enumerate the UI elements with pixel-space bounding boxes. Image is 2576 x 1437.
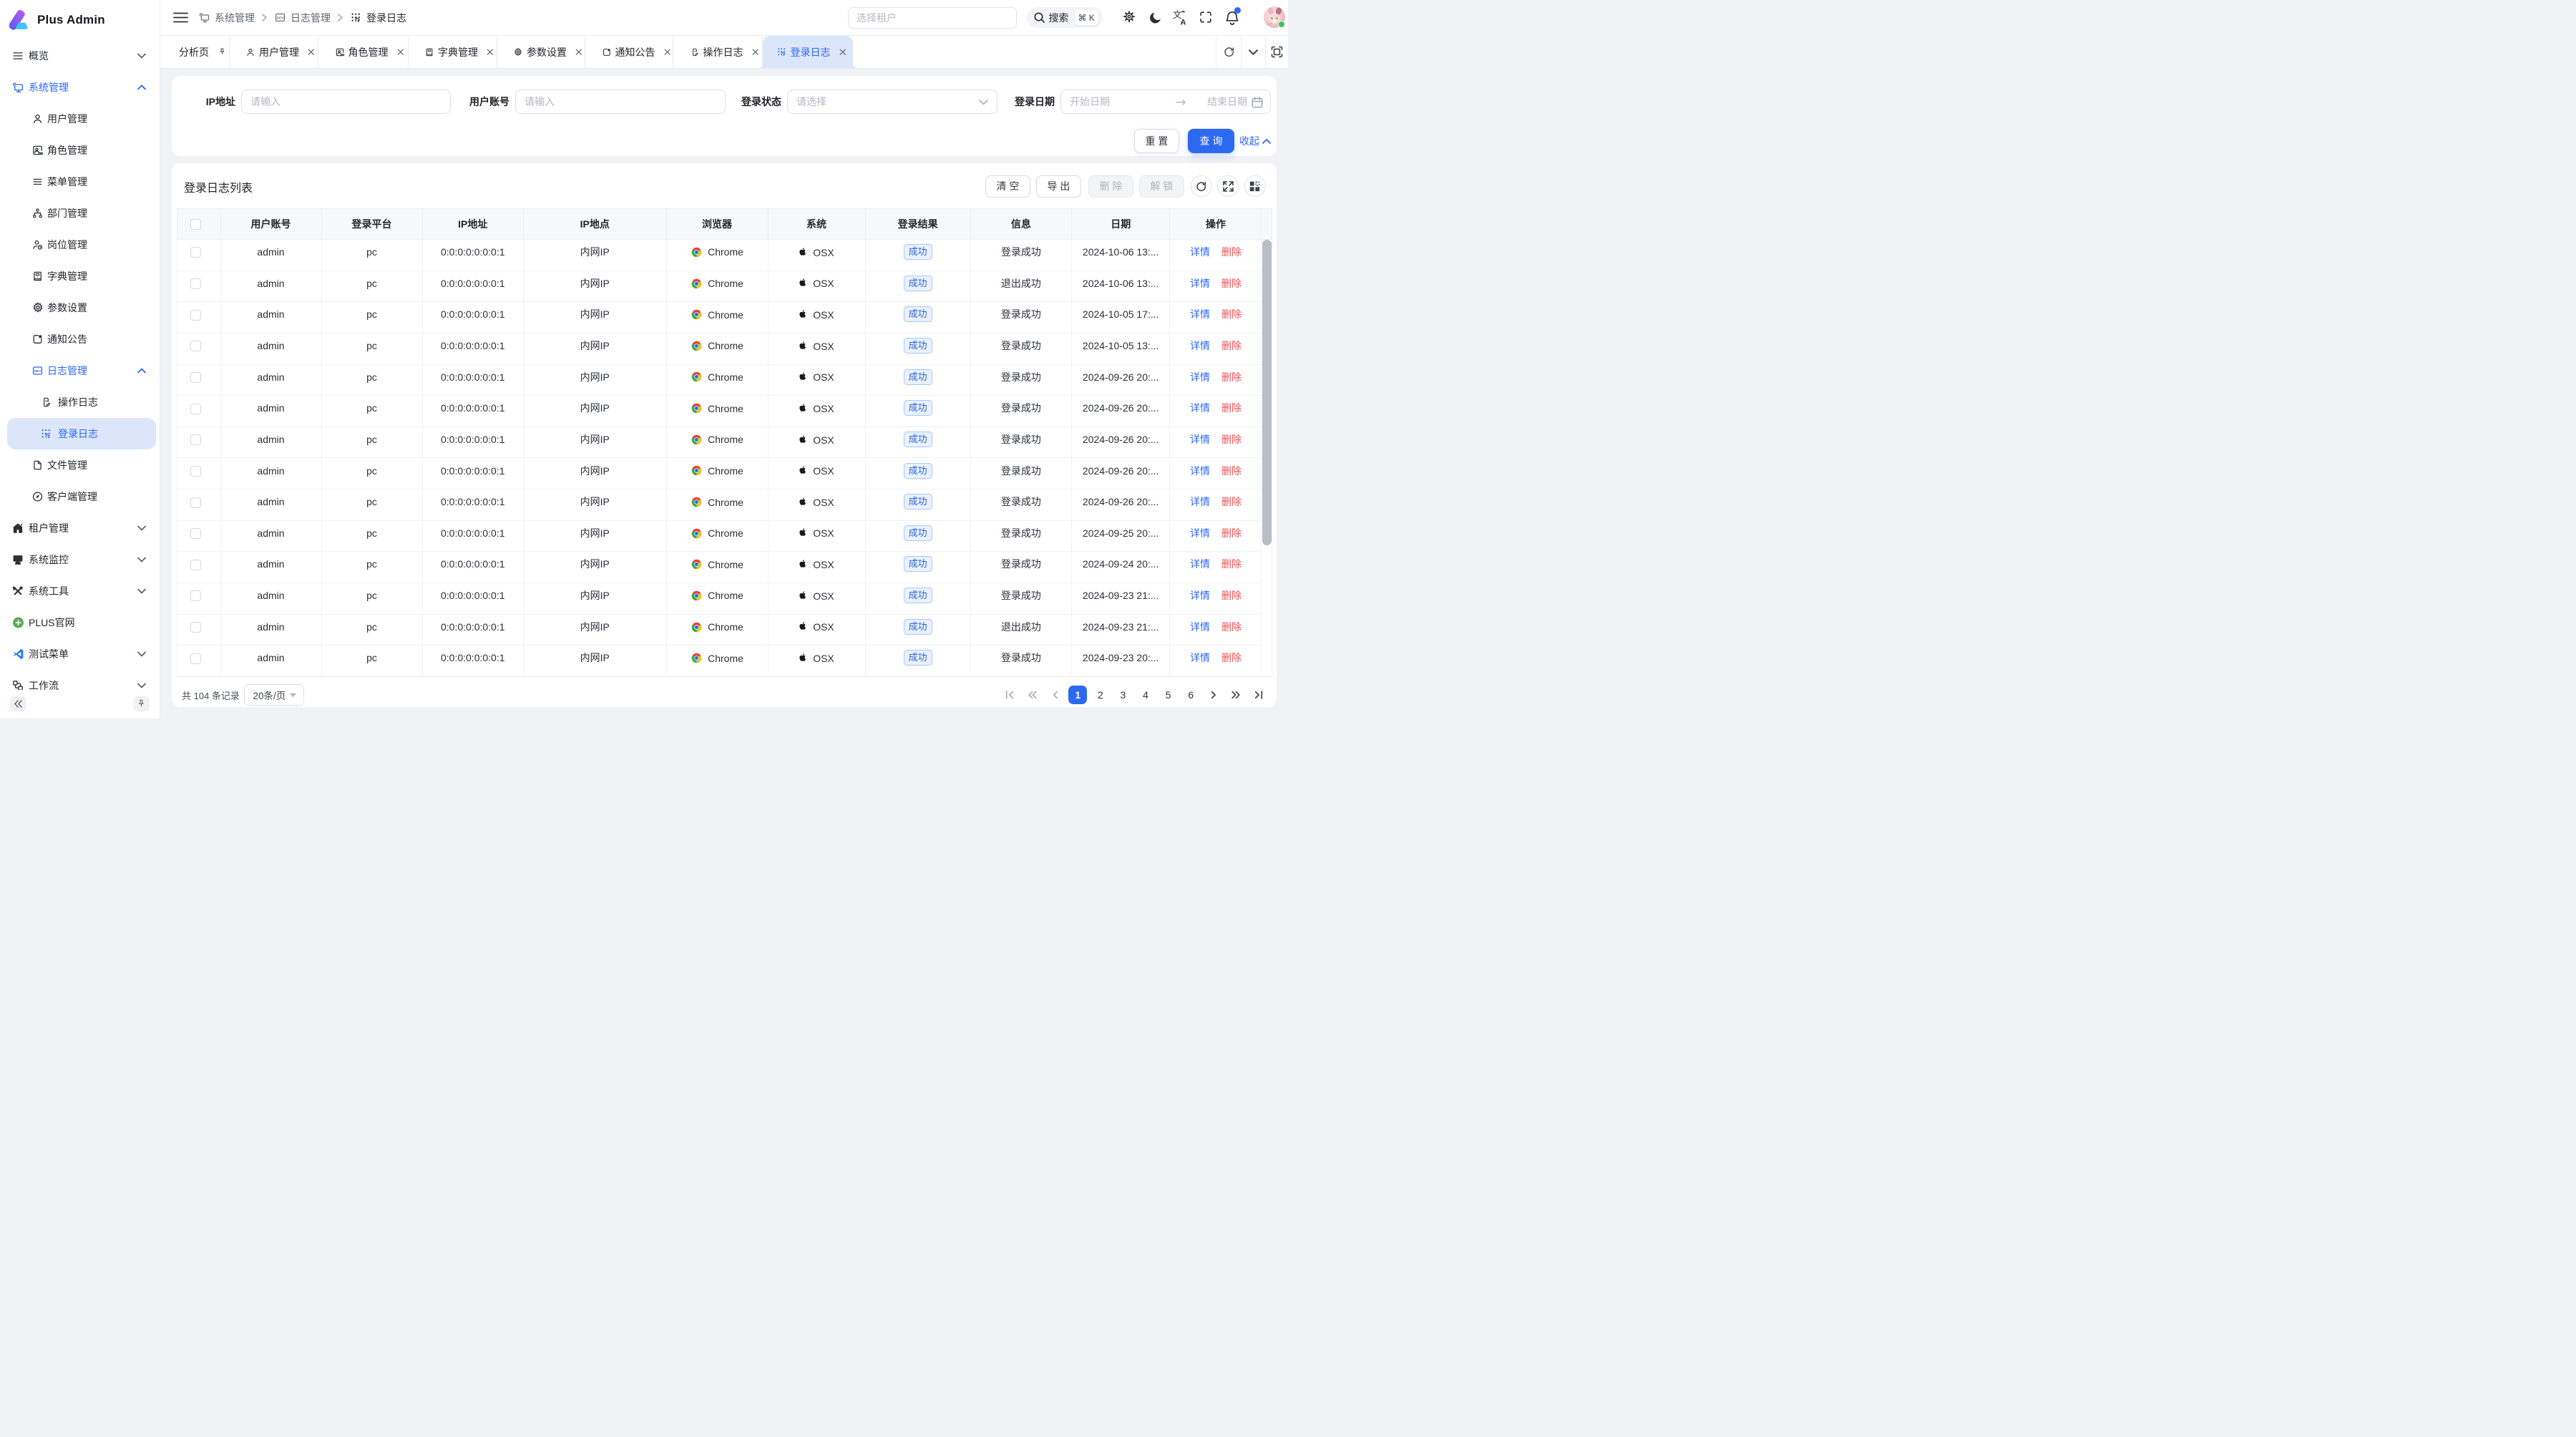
svg-text:DEV: DEV <box>277 16 285 20</box>
svg-text:A: A <box>1181 19 1186 26</box>
svg-text:DEV: DEV <box>34 369 42 374</box>
